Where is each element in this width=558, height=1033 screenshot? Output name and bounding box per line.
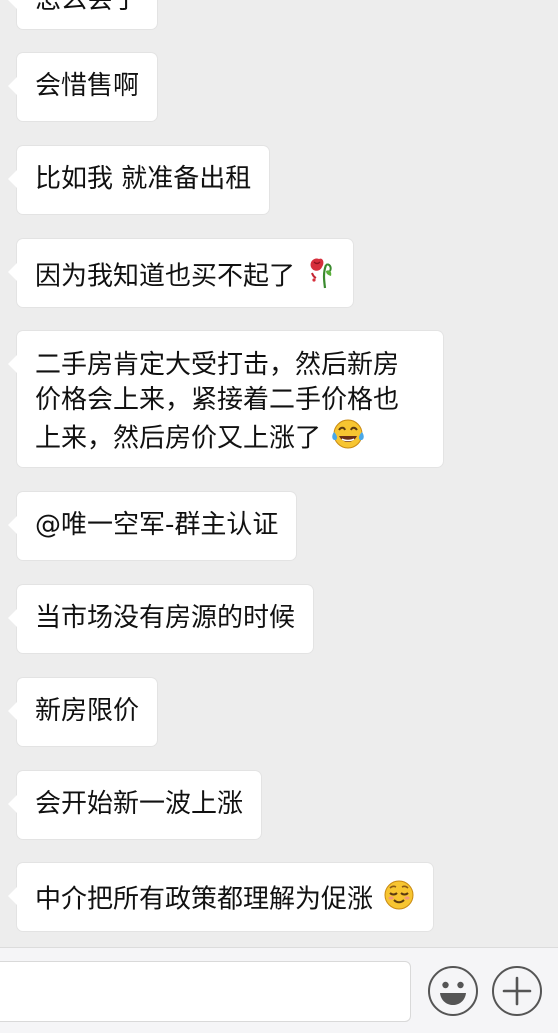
message-bubble[interactable]: 比如我 就准备出租: [7, 146, 270, 214]
message-text: 新房限价: [35, 696, 140, 726]
plus-icon: [502, 976, 532, 1006]
message-bubble[interactable]: 中介把所有政策都理解为促涨: [7, 863, 434, 931]
crying-laughing-face-emoji: [331, 418, 365, 460]
message-text: 比如我 就准备出租: [35, 164, 252, 194]
message-text: 中介把所有政策都理解为促涨: [35, 884, 374, 915]
message-bubble[interactable]: 二手房肯定大受打击，然后新房 价格会上来，紧接着二手价格也 上来，然后房价又上涨…: [8, 331, 443, 467]
message-bubble[interactable]: 因为我知道也买不起了: [7, 239, 354, 307]
message-text: 会开始新一波上涨: [35, 789, 244, 819]
message-bubble[interactable]: @唯一空军-群主认证: [7, 492, 297, 560]
message-bubble[interactable]: 会开始新一波上涨: [7, 771, 262, 839]
message-text: @唯一空军-群主认证: [35, 510, 279, 540]
message-bubble[interactable]: 当市场没有房源的时候: [7, 585, 314, 653]
chat-message-list[interactable]: 怎么会了 会惜售啊 比如我 就准备出租 因为我知道也买不起了 二手房肯定大受打击…: [0, 0, 558, 947]
message-text: 怎么会了: [35, 0, 140, 15]
smiley-face-icon: [440, 981, 466, 1005]
relieved-face-emoji: [383, 879, 415, 921]
wilted-rose-emoji: [305, 255, 335, 299]
message-text-line: 上来，然后房价又上涨了: [35, 418, 425, 460]
message-input[interactable]: [0, 961, 411, 1022]
message-bubble[interactable]: 怎么会了: [7, 0, 158, 29]
emoji-button[interactable]: [428, 966, 478, 1016]
message-bubble[interactable]: 新房限价: [7, 678, 158, 746]
input-bar: [0, 947, 558, 1033]
message-text: 会惜售啊: [35, 71, 140, 101]
message-text-line: 二手房肯定大受打击，然后新房: [35, 350, 400, 380]
add-button[interactable]: [492, 966, 542, 1016]
message-text: 当市场没有房源的时候: [35, 603, 296, 633]
message-text: 因为我知道也买不起了: [35, 261, 296, 292]
message-bubble[interactable]: 会惜售啊: [7, 53, 158, 121]
message-text-line: 价格会上来，紧接着二手价格也: [35, 385, 400, 415]
